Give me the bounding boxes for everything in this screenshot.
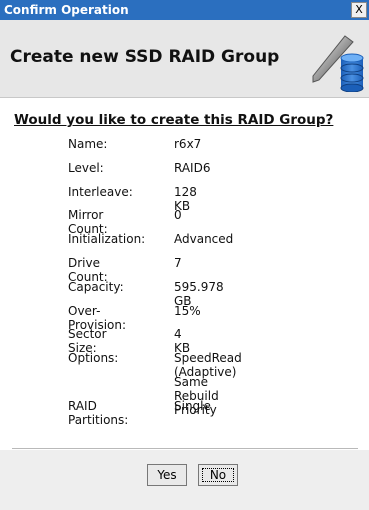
detail-label: RAID Partitions: bbox=[68, 398, 129, 427]
detail-value: r6x7 bbox=[174, 137, 202, 151]
detail-value: 15% bbox=[174, 303, 201, 318]
detail-label: Options: bbox=[68, 351, 119, 366]
detail-value: Advanced bbox=[174, 232, 234, 247]
detail-value: Single bbox=[174, 398, 211, 413]
detail-label: Capacity: bbox=[68, 279, 124, 294]
window-title: Confirm Operation bbox=[4, 3, 129, 17]
confirm-dialog: Confirm Operation X Create new SSD RAID … bbox=[0, 0, 369, 510]
dialog-header: Create new SSD RAID Group bbox=[0, 20, 369, 98]
focus-outline bbox=[202, 468, 234, 482]
no-button[interactable]: No bbox=[198, 464, 238, 486]
footer-divider bbox=[12, 448, 358, 449]
dialog-content: Would you like to create this RAID Group… bbox=[0, 98, 369, 448]
detail-value: RAID6 bbox=[174, 160, 211, 175]
ssd-raid-icon bbox=[312, 35, 364, 92]
dialog-footer: Yes No bbox=[0, 450, 369, 510]
close-icon: X bbox=[355, 3, 363, 16]
detail-label: Name: bbox=[68, 137, 108, 151]
detail-label: Interleave: bbox=[68, 184, 133, 199]
dialog-heading: Create new SSD RAID Group bbox=[10, 47, 280, 67]
confirmation-question: Would you like to create this RAID Group… bbox=[14, 112, 334, 128]
detail-value: 0 bbox=[174, 208, 182, 223]
yes-button[interactable]: Yes bbox=[147, 464, 187, 486]
detail-label: Initialization: bbox=[68, 232, 146, 247]
title-bar[interactable]: Confirm Operation X bbox=[0, 0, 369, 21]
detail-label: Level: bbox=[68, 160, 104, 175]
detail-value: 7 bbox=[174, 255, 182, 270]
close-button[interactable]: X bbox=[351, 2, 367, 18]
